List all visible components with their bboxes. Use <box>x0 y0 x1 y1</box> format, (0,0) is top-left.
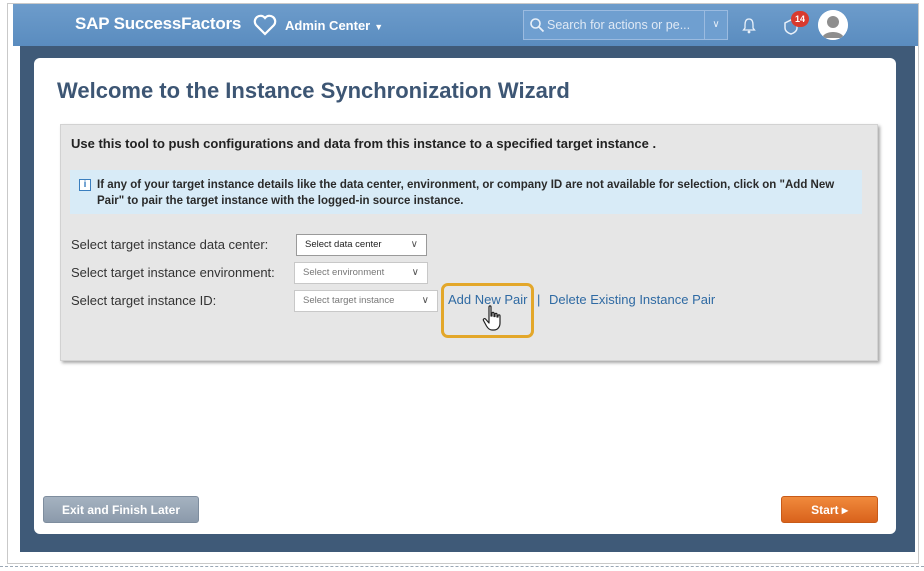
notification-badge: 14 <box>791 11 809 27</box>
info-text: If any of your target instance details l… <box>97 179 835 207</box>
admin-center-label: Admin Center <box>285 18 371 33</box>
chevron-down-icon: ∨ <box>411 267 419 278</box>
data-center-label: Select target instance data center: <box>71 237 269 252</box>
search-dropdown-icon[interactable]: ∨ <box>704 11 727 39</box>
top-navigation-bar: SAP SuccessFactors Admin Center ▼ Search … <box>13 4 918 46</box>
start-button[interactable]: Start ▸ <box>781 496 878 523</box>
instance-select[interactable]: Select target instance ∨ <box>294 290 438 312</box>
caret-down-icon: ▼ <box>374 22 384 32</box>
dashed-divider <box>0 566 924 567</box>
intro-text: Use this tool to push configurations and… <box>71 136 657 151</box>
search-icon <box>530 18 545 33</box>
brand-logo[interactable]: SAP SuccessFactors <box>75 14 241 34</box>
page-title: Welcome to the Instance Synchronization … <box>57 78 570 103</box>
data-center-value: Select data center <box>305 239 382 250</box>
environment-value: Select environment <box>303 267 385 278</box>
environment-select[interactable]: Select environment ∨ <box>294 262 428 284</box>
heart-icon <box>253 14 277 36</box>
hand-cursor-icon <box>482 305 501 331</box>
search-box[interactable]: Search for actions or pe... ∨ <box>523 10 728 40</box>
chevron-down-icon: ∨ <box>410 239 418 250</box>
exit-and-finish-later-button[interactable]: Exit and Finish Later <box>43 496 199 523</box>
instance-value: Select target instance <box>303 295 395 306</box>
notifications-button[interactable]: 14 <box>781 11 809 37</box>
data-center-select[interactable]: Select data center ∨ <box>296 234 427 256</box>
info-icon: i <box>79 179 91 191</box>
search-placeholder: Search for actions or pe... <box>547 18 691 32</box>
info-message: i If any of your target instance details… <box>70 170 862 214</box>
chevron-down-icon: ∨ <box>421 295 429 306</box>
avatar-icon[interactable] <box>818 10 848 40</box>
admin-center-menu[interactable]: Admin Center ▼ <box>285 18 383 33</box>
environment-label: Select target instance environment: <box>71 265 275 280</box>
bell-icon[interactable] <box>741 17 757 35</box>
link-separator: | <box>537 292 541 307</box>
delete-instance-pair-link[interactable]: Delete Existing Instance Pair <box>549 292 715 307</box>
instance-label: Select target instance ID: <box>71 293 217 308</box>
